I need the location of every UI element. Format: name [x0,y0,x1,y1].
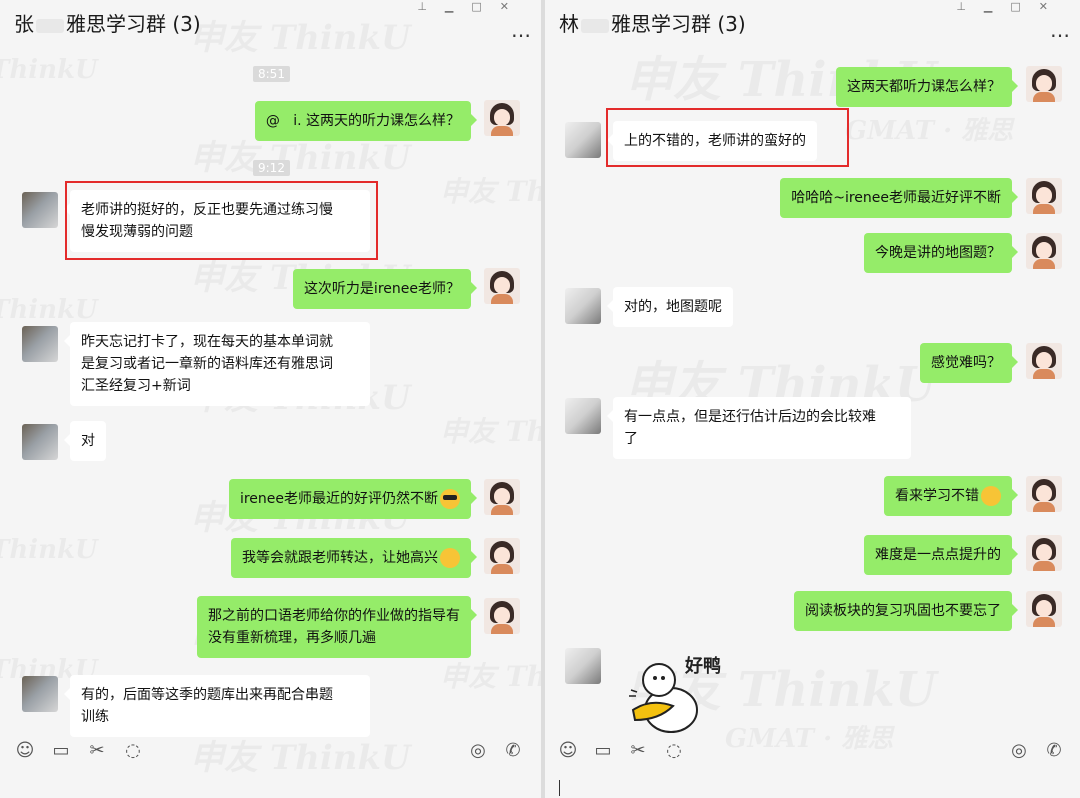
avatar-self[interactable] [1026,233,1062,269]
message-input[interactable] [545,774,1080,798]
message-text: irenee老师最近的好评仍然不断 [239,491,438,507]
window-controls: ⊥▁□✕ [956,0,1066,13]
video-call-icon[interactable]: ◎ [467,740,489,762]
avatar-peer[interactable] [22,326,58,362]
voice-call-icon[interactable]: ✆ [502,740,524,762]
avatar-self[interactable] [1026,535,1062,571]
message-bubble-incoming[interactable]: 对的，地图题呢 [607,287,733,327]
folder-icon[interactable]: ▭ [50,740,72,762]
message-bubble-incoming[interactable]: 对 [64,421,106,461]
emoji-icon[interactable]: ☺ [14,740,36,762]
avatar-peer[interactable] [22,676,58,712]
chat-history-icon[interactable]: ◌ [122,740,144,762]
pin-icon[interactable]: ⊥ [417,0,445,13]
video-call-icon[interactable]: ◎ [1008,740,1030,762]
timestamp: 9:12 [253,160,290,176]
chat-title: 林 雅思学习群 (3) [559,8,746,37]
watermark: GMAT · 雅思 [845,110,1013,147]
minimize-icon[interactable]: ▁ [984,0,1010,13]
avatar-peer[interactable] [22,192,58,228]
avatar-peer[interactable] [565,288,601,324]
message-bubble-outgoing[interactable]: 看来学习不错 [884,476,1018,516]
chat-title-prefix: 林 [559,12,579,36]
close-icon[interactable]: ✕ [500,0,527,13]
avatar-self[interactable] [1026,178,1062,214]
maximize-icon[interactable]: □ [471,0,499,13]
chat-title-suffix: 雅思学习群 (3) [66,12,201,36]
message-bubble-outgoing[interactable]: 哈哈哈~irenee老师最近好评不断 [780,178,1018,218]
message-bubble-outgoing[interactable]: @ i. 这两天的听力课怎么样？ [254,101,478,141]
window-controls: ⊥▁□✕ [417,0,527,13]
scissors-icon[interactable]: ✂ [627,740,649,762]
chat-toolbar: ☺ ▭ ✂ ◌ ◎ ✆ [0,740,541,774]
voice-call-icon[interactable]: ✆ [1043,740,1065,762]
avatar-self[interactable] [484,479,520,515]
emoji-icon[interactable]: ☺ [557,740,579,762]
highlight-box [65,181,378,260]
message-bubble-outgoing[interactable]: 这两天都听力课怎么样？ [836,67,1018,107]
watermark: 申友 Thi [440,410,541,450]
text-caret [559,780,560,796]
minimize-icon[interactable]: ▁ [445,0,471,13]
pin-icon[interactable]: ⊥ [956,0,984,13]
avatar-self[interactable] [484,268,520,304]
message-input[interactable] [0,774,541,798]
watermark: 申友 ThinkU [190,10,411,59]
message-bubble-outgoing[interactable]: 阅读板块的复习巩固也不要忘了 [794,591,1018,631]
avatar-peer[interactable] [565,398,601,434]
sunglasses-emoji-icon [440,489,460,509]
watermark: ThinkU [0,295,98,325]
smile-emoji-icon [440,548,460,568]
message-bubble-incoming[interactable]: 昨天忘记打卡了，现在每天的基本单词就 是复习或者记一章新的语料库还有雅思词 汇圣… [64,322,370,406]
watermark: ThinkU [0,55,98,85]
redacted-name [581,18,609,33]
avatar-peer[interactable] [22,424,58,460]
timestamp: 8:51 [253,66,290,82]
message-bubble-outgoing[interactable]: 那之前的口语老师给你的作业做的指导有 没有重新梳理，再多顺几遍 [197,596,477,658]
message-bubble-incoming[interactable]: 有一点点，但是还行估计后边的会比较难 了 [607,397,911,459]
redacted-name [36,18,64,33]
highlight-box [606,108,849,167]
chat-title-prefix: 张 [14,12,34,36]
message-bubble-outgoing[interactable]: 这次听力是irenee老师？ [292,269,478,309]
chat-window-right: 申友 ThinkU GMAT · 雅思 申友 ThinkU GMAT · 雅思 … [545,0,1080,798]
more-options-icon[interactable]: … [1050,18,1070,42]
watermark: 申友 Thi [440,170,541,210]
avatar-self[interactable] [1026,66,1062,102]
message-bubble-incoming[interactable]: 有的，后面等这季的题库出来再配合串题 训练 [64,675,370,737]
avatar-self[interactable] [484,100,520,136]
message-text: 我等会就跟老师转达，让她高兴 [242,550,438,566]
avatar-self[interactable] [484,538,520,574]
chat-history-icon[interactable]: ◌ [663,740,685,762]
maximize-icon[interactable]: □ [1010,0,1038,13]
close-icon[interactable]: ✕ [1039,0,1066,13]
duck-sticker[interactable]: 好鸭 [623,650,733,740]
chat-toolbar: ☺ ▭ ✂ ◌ ◎ ✆ [545,740,1080,774]
avatar-peer[interactable] [565,648,601,684]
folder-icon[interactable]: ▭ [592,740,614,762]
message-bubble-outgoing[interactable]: irenee老师最近的好评仍然不断 [228,479,478,519]
avatar-peer[interactable] [565,122,601,158]
sticker-caption: 好鸭 [685,656,721,677]
scissors-icon[interactable]: ✂ [86,740,108,762]
message-bubble-outgoing[interactable]: 今晚是讲的地图题？ [864,233,1018,273]
avatar-self[interactable] [484,598,520,634]
avatar-self[interactable] [1026,591,1062,627]
message-bubble-outgoing[interactable]: 感觉难吗？ [920,343,1018,383]
message-bubble-outgoing[interactable]: 我等会就跟老师转达，让她高兴 [231,538,477,578]
avatar-self[interactable] [1026,343,1062,379]
more-options-icon[interactable]: … [511,18,531,42]
message-bubble-outgoing[interactable]: 难度是一点点提升的 [864,535,1018,575]
chat-title: 张 雅思学习群 (3) [14,8,201,37]
chat-window-left: 申友 ThinkU ThinkU 申友 ThinkU 申友 Thi 申友 Thi… [0,0,541,798]
watermark: 申友 Thi [440,655,541,695]
watermark: ThinkU [0,535,98,565]
chat-title-suffix: 雅思学习群 (3) [611,12,746,36]
thumbs-up-emoji-icon [981,486,1001,506]
message-text: 看来学习不错 [895,488,979,504]
avatar-self[interactable] [1026,476,1062,512]
